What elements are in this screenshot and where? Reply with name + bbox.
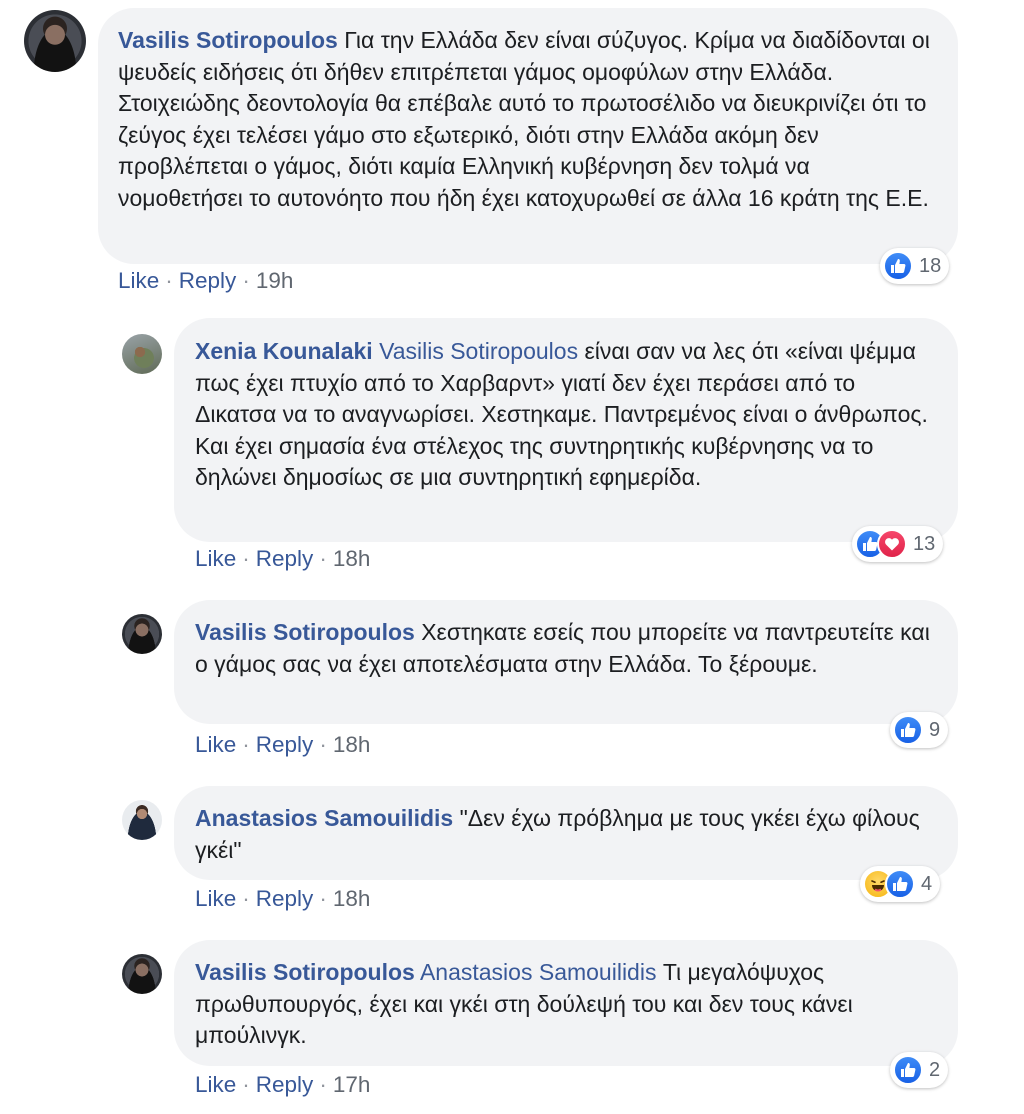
reaction-summary[interactable]: 2 (890, 1052, 949, 1088)
thumbs-up-icon (883, 251, 913, 281)
reaction-summary[interactable]: 18 (880, 248, 950, 284)
separator-dot: · (319, 546, 327, 571)
comment-bubble: Vasilis Sotiropoulos Anastasios Samouili… (174, 940, 958, 1066)
thumbs-up-icon (893, 1055, 923, 1085)
reaction-summary[interactable]: 4 (860, 866, 941, 902)
separator-dot: · (319, 886, 327, 911)
separator-dot: · (242, 268, 250, 293)
comment-text: Για την Ελλάδα δεν είναι σύζυγος. Κρίμα … (118, 27, 930, 211)
reaction-summary[interactable]: 13 (852, 526, 944, 562)
comment-bubble: Xenia Kounalaki Vasilis Sotiropoulos είν… (174, 318, 958, 542)
comment-1: Vasilis Sotiropoulos Για την Ελλάδα δεν … (0, 0, 1024, 300)
comment-actions: Like · Reply · 18h (195, 546, 370, 572)
comment-author[interactable]: Xenia Kounalaki (195, 338, 373, 364)
comment-author[interactable]: Vasilis Sotiropoulos (118, 27, 338, 53)
like-link[interactable]: Like (195, 886, 236, 911)
comment-3: Vasilis Sotiropoulos Χεστηκατε εσείς που… (0, 592, 1024, 767)
avatar[interactable] (122, 614, 162, 654)
comment-author[interactable]: Vasilis Sotiropoulos (195, 619, 415, 645)
avatar[interactable] (122, 800, 162, 840)
heart-icon (877, 529, 907, 559)
timestamp[interactable]: 18h (333, 732, 371, 757)
timestamp[interactable]: 18h (333, 886, 371, 911)
reply-link[interactable]: Reply (256, 1072, 314, 1097)
comment-bubble: Vasilis Sotiropoulos Για την Ελλάδα δεν … (98, 8, 958, 264)
like-link[interactable]: Like (195, 546, 236, 571)
separator-dot: · (242, 732, 250, 757)
like-link[interactable]: Like (195, 1072, 236, 1097)
separator-dot: · (319, 1072, 327, 1097)
reply-link[interactable]: Reply (179, 268, 237, 293)
comment-actions: Like · Reply · 18h (195, 732, 370, 758)
comment-author[interactable]: Vasilis Sotiropoulos (195, 959, 415, 985)
reaction-count: 18 (919, 254, 942, 277)
reaction-count: 9 (929, 718, 941, 741)
reaction-count: 4 (921, 872, 933, 895)
reaction-summary[interactable]: 9 (890, 712, 949, 748)
comment-author[interactable]: Anastasios Samouilidis (195, 805, 453, 831)
comment-actions: Like · Reply · 17h (195, 1072, 370, 1098)
comment-4: Anastasios Samouilidis "Δεν έχω πρόβλημα… (0, 778, 1024, 928)
reply-link[interactable]: Reply (256, 886, 314, 911)
comment-bubble: Anastasios Samouilidis "Δεν έχω πρόβλημα… (174, 786, 958, 880)
reaction-count: 13 (913, 532, 936, 555)
avatar[interactable] (24, 10, 86, 72)
separator-dot: · (319, 732, 327, 757)
comment-2: Xenia Kounalaki Vasilis Sotiropoulos είν… (0, 310, 1024, 580)
comment-actions: Like · Reply · 19h (118, 268, 293, 294)
comment-actions: Like · Reply · 18h (195, 886, 370, 912)
separator-dot: · (242, 1072, 250, 1097)
comment-mention[interactable]: Anastasios Samouilidis (420, 959, 657, 985)
comment-bubble: Vasilis Sotiropoulos Χεστηκατε εσείς που… (174, 600, 958, 724)
timestamp[interactable]: 18h (333, 546, 371, 571)
avatar[interactable] (122, 334, 162, 374)
reply-link[interactable]: Reply (256, 732, 314, 757)
timestamp[interactable]: 19h (256, 268, 294, 293)
separator-dot: · (165, 268, 173, 293)
comment-mention[interactable]: Vasilis Sotiropoulos (379, 338, 578, 364)
thumbs-up-icon (893, 715, 923, 745)
like-link[interactable]: Like (195, 732, 236, 757)
like-link[interactable]: Like (118, 268, 159, 293)
comment-5: Vasilis Sotiropoulos Anastasios Samouili… (0, 932, 1024, 1114)
avatar[interactable] (122, 954, 162, 994)
reaction-count: 2 (929, 1058, 941, 1081)
thumbs-up-icon (885, 869, 915, 899)
separator-dot: · (242, 546, 250, 571)
timestamp[interactable]: 17h (333, 1072, 371, 1097)
separator-dot: · (242, 886, 250, 911)
reply-link[interactable]: Reply (256, 546, 314, 571)
